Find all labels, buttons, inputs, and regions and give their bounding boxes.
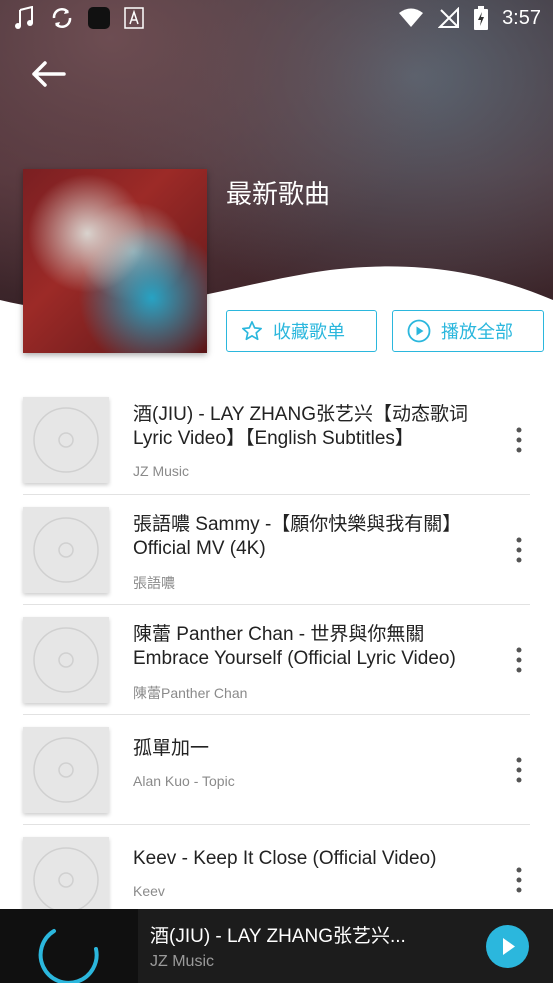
disc-icon bbox=[33, 737, 99, 803]
disc-icon bbox=[33, 407, 99, 473]
now-playing-bar[interactable]: 酒(JIU) - LAY ZHANG张艺兴... JZ Music bbox=[0, 909, 553, 985]
song-artist: Alan Kuo - Topic bbox=[133, 773, 235, 789]
more-options-icon[interactable] bbox=[510, 645, 528, 675]
song-title: 孤單加一 bbox=[133, 738, 210, 759]
song-title: Keev - Keep It Close (Official Video) bbox=[133, 848, 437, 869]
song-row[interactable]: 張語噥 Sammy -【願你快樂與我有關】Official MV (4K) 張語… bbox=[0, 495, 553, 605]
playlist-cover bbox=[23, 169, 207, 353]
song-thumbnail bbox=[23, 397, 109, 483]
song-thumbnail bbox=[23, 507, 109, 593]
back-arrow-icon[interactable] bbox=[28, 56, 68, 92]
star-icon bbox=[242, 321, 262, 341]
more-options-icon[interactable] bbox=[510, 535, 528, 565]
status-time: 3:57 bbox=[502, 6, 541, 29]
app-icon bbox=[88, 7, 110, 29]
favorite-playlist-label: 收藏歌单 bbox=[273, 322, 345, 342]
song-artist: Keev bbox=[133, 883, 165, 899]
music-note-icon bbox=[15, 6, 33, 29]
song-thumbnail bbox=[23, 617, 109, 703]
a-icon bbox=[124, 7, 144, 29]
song-row[interactable]: 陳蕾 Panther Chan - 世界與你無關 Embrace Yoursel… bbox=[0, 605, 553, 715]
song-artist: JZ Music bbox=[133, 463, 189, 479]
song-artist: 陳蕾Panther Chan bbox=[133, 685, 248, 701]
song-title: 張語噥 Sammy -【願你快樂與我有關】Official MV (4K) bbox=[133, 514, 462, 559]
song-list: 酒(JIU) - LAY ZHANG张艺兴【动态歌词 Lyric Video】【… bbox=[0, 385, 553, 935]
more-options-icon[interactable] bbox=[510, 865, 528, 895]
battery-icon bbox=[474, 6, 489, 30]
sync-icon bbox=[52, 8, 72, 28]
song-title: 酒(JIU) - LAY ZHANG张艺兴【动态歌词 Lyric Video】【… bbox=[133, 404, 468, 449]
disc-icon bbox=[33, 517, 99, 583]
song-row[interactable]: 酒(JIU) - LAY ZHANG张艺兴【动态歌词 Lyric Video】【… bbox=[0, 385, 553, 495]
play-all-label: 播放全部 bbox=[441, 322, 513, 342]
play-all-button[interactable]: 播放全部 bbox=[392, 310, 544, 352]
song-artist: 張語噥 bbox=[133, 575, 175, 591]
more-options-icon[interactable] bbox=[510, 425, 528, 455]
play-icon bbox=[503, 938, 515, 955]
playlist-title: 最新歌曲 bbox=[226, 179, 331, 209]
song-row[interactable]: 孤單加一 Alan Kuo - Topic bbox=[0, 715, 553, 825]
status-bar: 3:57 bbox=[0, 0, 553, 38]
now-playing-artist: JZ Music bbox=[150, 953, 214, 970]
wifi-icon bbox=[399, 8, 424, 27]
song-thumbnail bbox=[23, 727, 109, 813]
play-circle-icon bbox=[407, 319, 431, 343]
loading-spinner-icon bbox=[38, 929, 99, 985]
now-playing-title: 酒(JIU) - LAY ZHANG张艺兴... bbox=[150, 926, 406, 947]
favorite-playlist-button[interactable]: 收藏歌单 bbox=[226, 310, 377, 352]
no-signal-icon bbox=[438, 7, 460, 28]
disc-icon bbox=[33, 627, 99, 693]
song-title: 陳蕾 Panther Chan - 世界與你無關 Embrace Yoursel… bbox=[133, 624, 456, 669]
now-playing-art bbox=[0, 909, 138, 985]
more-options-icon[interactable] bbox=[510, 755, 528, 785]
play-button[interactable] bbox=[486, 925, 529, 968]
